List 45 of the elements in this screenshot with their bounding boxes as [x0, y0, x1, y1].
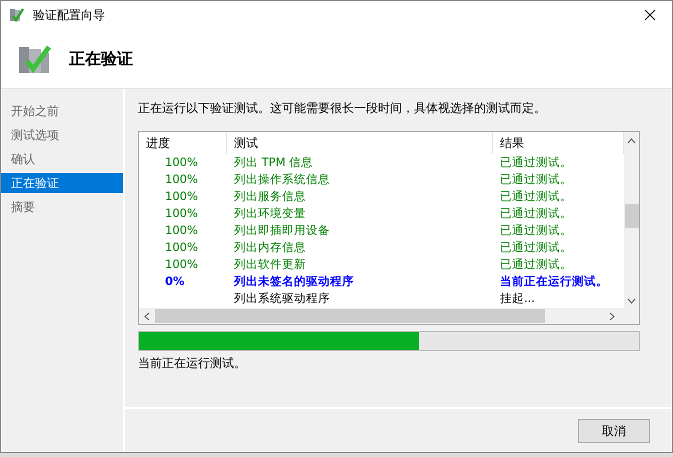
result-cell: 已通过测试。 — [500, 154, 572, 169]
scroll-thumb[interactable] — [624, 204, 638, 228]
intro-text: 正在运行以下验证测试。这可能需要很长一段时间，具体视选择的测试而定。 — [138, 100, 547, 117]
sidebar-item[interactable]: 开始之前 — [1, 101, 123, 121]
progress-cell: 100% — [165, 154, 198, 169]
result-cell: 挂起... — [500, 290, 535, 305]
progress-cell: 0% — [165, 274, 185, 288]
result-cell: 已通过测试。 — [500, 172, 572, 186]
server-check-icon — [9, 7, 25, 23]
test-cell: 列出即插即用设备 — [234, 222, 330, 237]
test-cell: 列出软件更新 — [234, 256, 306, 271]
progress-cell: 100% — [165, 172, 198, 186]
test-cell: 列出未签名的驱动程序 — [234, 274, 354, 288]
progress-cell: 100% — [165, 206, 198, 220]
result-cell: 已通过测试。 — [500, 256, 572, 271]
test-cell: 列出系统驱动程序 — [234, 290, 330, 305]
window-title: 验证配置向导 — [33, 7, 105, 24]
vertical-scrollbar[interactable] — [624, 132, 639, 308]
test-cell: 列出服务信息 — [234, 188, 306, 203]
cancel-button[interactable]: 取消 — [578, 418, 650, 442]
sidebar-item[interactable]: 正在验证 — [1, 173, 123, 193]
column-header[interactable]: 进度 — [146, 134, 170, 152]
close-icon[interactable] — [644, 9, 656, 21]
test-cell: 列出环境变量 — [234, 206, 306, 220]
status-text: 当前正在运行测试。 — [138, 355, 247, 372]
progress-cell: 100% — [165, 256, 198, 271]
sidebar-item[interactable]: 摘要 — [1, 197, 123, 217]
column-header[interactable]: 结果 — [500, 134, 524, 152]
test-cell: 列出操作系统信息 — [234, 172, 330, 186]
sidebar-item[interactable]: 确认 — [1, 149, 123, 169]
progress-cell: 100% — [165, 240, 198, 254]
column-header[interactable]: 测试 — [234, 134, 258, 152]
result-cell: 已通过测试。 — [500, 188, 572, 203]
result-cell: 已通过测试。 — [500, 240, 572, 254]
result-cell: 当前正在运行测试。 — [500, 274, 608, 288]
result-cell: 已通过测试。 — [500, 222, 572, 237]
page-title: 正在验证 — [69, 48, 133, 70]
test-cell: 列出内存信息 — [234, 240, 306, 254]
progress-cell: 100% — [165, 188, 198, 203]
scroll-thumb[interactable] — [155, 309, 545, 323]
result-cell: 已通过测试。 — [500, 206, 572, 220]
sidebar-item[interactable]: 测试选项 — [1, 125, 123, 145]
horizontal-scrollbar[interactable] — [139, 308, 639, 324]
progress-cell: 100% — [165, 222, 198, 237]
test-cell: 列出 TPM 信息 — [234, 154, 314, 169]
